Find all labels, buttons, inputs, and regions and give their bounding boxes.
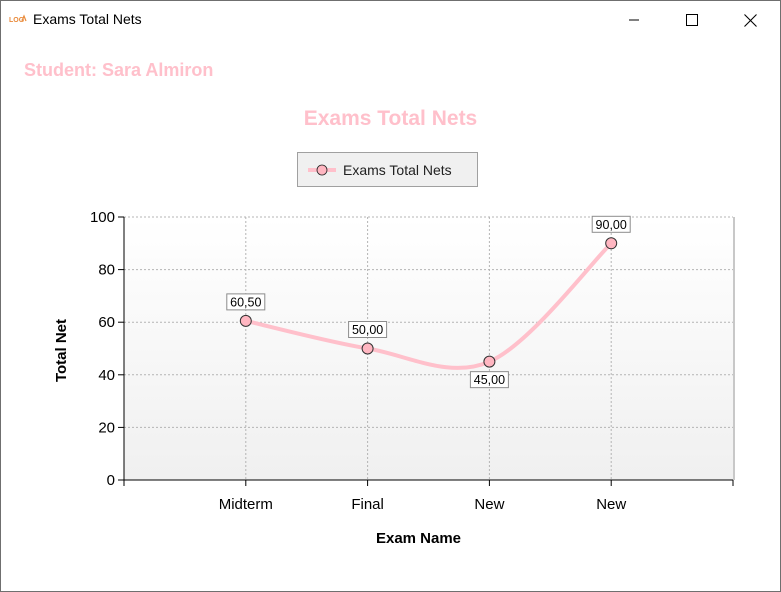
maximize-button[interactable] [663, 1, 721, 39]
data-label: 90,00 [596, 218, 627, 232]
close-button[interactable] [721, 1, 779, 39]
minimize-icon [629, 19, 639, 21]
x-tick-label: New [596, 496, 626, 513]
data-label: 50,00 [352, 323, 383, 337]
chart-legend: Exams Total Nets [297, 152, 478, 187]
x-tick-label: New [474, 496, 504, 513]
data-point [483, 355, 496, 368]
y-tick-label: 100 [90, 209, 115, 226]
student-name-label: Student: Sara Almiron [24, 60, 214, 80]
data-point [361, 342, 374, 355]
close-icon [743, 13, 757, 27]
y-tick-label: 80 [98, 262, 115, 279]
app-logo-icon: LOG [9, 14, 27, 24]
legend-label: Exams Total Nets [343, 162, 452, 178]
data-label: 60,50 [230, 295, 261, 309]
window-title: Exams Total Nets [33, 11, 142, 27]
y-tick-label: 60 [98, 314, 115, 331]
y-tick-label: 0 [107, 472, 115, 489]
y-tick-label: 40 [98, 367, 115, 384]
minimize-button[interactable] [605, 1, 663, 39]
data-label: 45,00 [474, 373, 505, 387]
chart-title: Exams Total Nets [303, 107, 478, 130]
plot-area [124, 217, 733, 480]
x-tick-label: Midterm [219, 496, 273, 513]
x-axis-title: Exam Name [376, 530, 461, 547]
data-label-box [469, 371, 509, 389]
x-tick-label: Final [351, 496, 384, 513]
title-bar: LOG Exams Total Nets [1, 1, 780, 39]
data-label-box [591, 215, 631, 233]
maximize-icon [686, 14, 698, 26]
legend-marker-icon [308, 164, 336, 176]
y-axis-title: Total Net [53, 319, 70, 382]
data-point [239, 314, 252, 327]
app-window: LOG Exams Total Nets Student: Sara Almir… [0, 0, 781, 592]
y-tick-label: 20 [98, 419, 115, 436]
data-point [605, 237, 618, 250]
data-label-box [348, 321, 388, 338]
series-line [243, 241, 614, 370]
line-chart: 0 20 40 60 80 100 Midterm Final New New Exam Name T… [53, 209, 735, 547]
data-label-box [226, 293, 266, 311]
